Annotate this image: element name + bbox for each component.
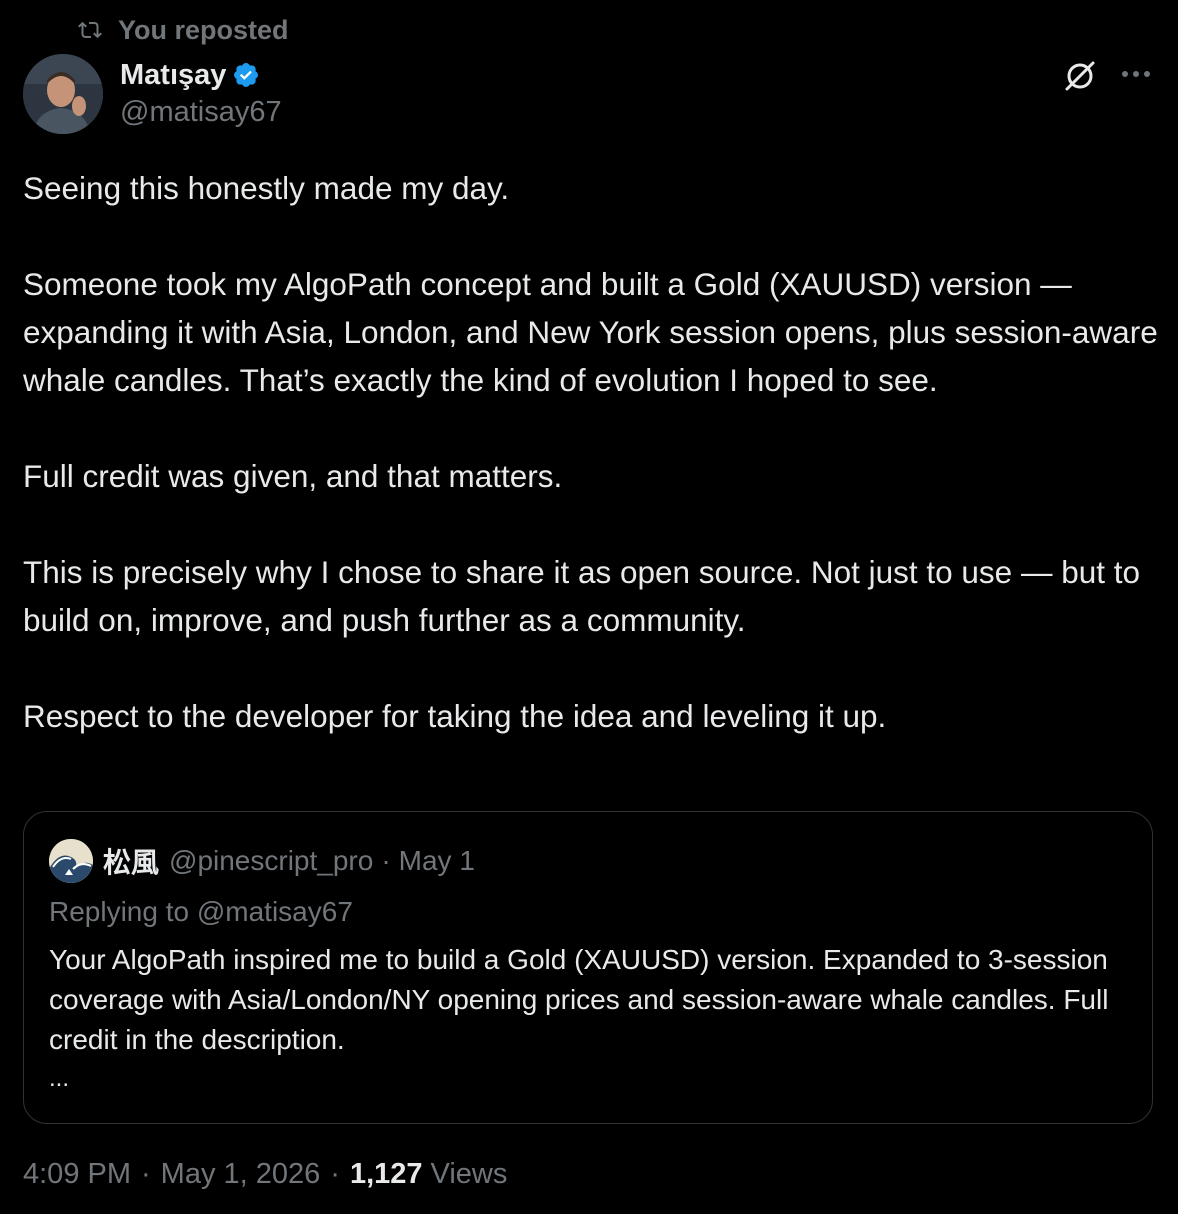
meta-separator: · <box>141 1158 151 1190</box>
wave-avatar-image <box>49 839 93 883</box>
tweet-paragraph: Seeing this honestly made my day. <box>23 170 510 206</box>
tweet-date[interactable]: May 1, 2026 <box>161 1158 321 1191</box>
tweet-paragraph: This is precisely why I chose to share i… <box>23 554 1141 638</box>
tweet-time[interactable]: 4:09 PM <box>23 1158 131 1191</box>
repost-indicator[interactable]: You reposted <box>76 12 289 48</box>
author-avatar[interactable] <box>23 54 103 134</box>
repost-label: You reposted <box>118 14 289 45</box>
quote-author-name[interactable]: 松風 <box>103 841 159 881</box>
tweet-paragraph: Respect to the developer for taking the … <box>23 698 887 734</box>
author-handle[interactable]: @matisay67 <box>120 96 282 129</box>
quote-author-handle[interactable]: @pinescript_pro <box>169 845 373 877</box>
quote-truncation-ellipsis: ... <box>49 1065 70 1092</box>
more-options-button[interactable] <box>1116 56 1156 92</box>
repost-icon <box>78 21 102 39</box>
quote-date[interactable]: May 1 <box>399 845 475 877</box>
tweet-paragraph: Full credit was given, and that matters. <box>23 458 563 494</box>
author-name-line[interactable]: Matışay <box>120 56 260 94</box>
views-count: 1,127 <box>349 1158 423 1190</box>
tweet-body: Seeing this honestly made my day. Someon… <box>23 164 1163 740</box>
quoted-tweet-card[interactable]: 松風 @pinescript_pro · May 1 Replying to @… <box>23 811 1153 1124</box>
author-name[interactable]: Matışay <box>120 59 226 92</box>
quote-header: 松風 @pinescript_pro · May 1 <box>49 839 475 883</box>
tweet-paragraph: Someone took my AlgoPath concept and bui… <box>23 266 1158 398</box>
grok-icon <box>1065 61 1095 91</box>
meta-separator: · <box>330 1158 340 1190</box>
quote-text: Your AlgoPath inspired me to build a Gol… <box>49 944 1109 1055</box>
more-icon <box>1122 71 1150 77</box>
views-label: Views <box>430 1158 508 1190</box>
avatar-image <box>23 54 103 134</box>
quote-separator: · <box>381 845 391 876</box>
verified-badge-icon <box>232 61 260 89</box>
quote-replying-to[interactable]: Replying to @matisay67 <box>49 896 353 928</box>
grok-button[interactable] <box>1060 56 1100 96</box>
quote-author-avatar[interactable] <box>49 839 93 883</box>
tweet-meta: 4:09 PM · May 1, 2026 · 1,127 Views <box>23 1158 507 1191</box>
